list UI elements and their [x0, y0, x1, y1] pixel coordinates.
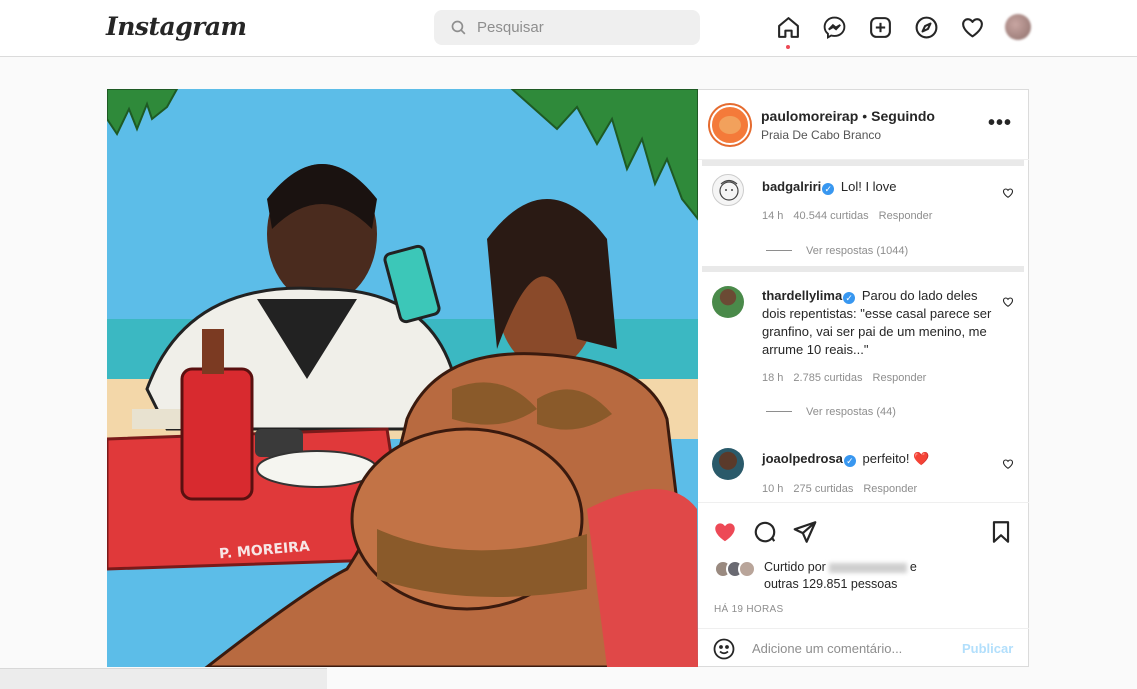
comment-meta: 18 h 2.785 curtidas Responder [762, 372, 936, 384]
explore-icon[interactable] [913, 14, 939, 40]
author-line: paulomoreirap • Seguindo [761, 108, 935, 124]
reply-button[interactable]: Responder [863, 483, 917, 495]
comment-body: perfeito! [862, 451, 910, 466]
comment-username[interactable]: joaolpedrosa [762, 451, 843, 466]
new-post-icon[interactable] [867, 14, 893, 40]
comment-like-icon[interactable] [1002, 296, 1014, 308]
comments-list[interactable]: badgalriri ✓ Lol! I love 14 h 40.544 curti… [698, 160, 1029, 502]
scroll-band [702, 160, 1024, 166]
reply-button[interactable]: Responder [879, 210, 933, 222]
search-icon [451, 20, 466, 35]
share-button-icon[interactable] [792, 519, 818, 545]
comment-avatar[interactable] [712, 286, 744, 318]
likes-count[interactable]: outras 129.851 pessoas [764, 577, 897, 591]
view-replies-button[interactable]: Ver respostas (44) [766, 406, 896, 418]
add-comment-bar: Adicione um comentário... Publicar [698, 628, 1029, 668]
post-header: paulomoreirap • Seguindo Praia De Cabo Bra… [698, 90, 1029, 160]
author-username[interactable]: paulomoreirap [761, 108, 858, 124]
comment-username[interactable]: badgalriri [762, 179, 821, 194]
post-actions: Curtido por e outras 129.851 pessoas HÁ 1… [698, 502, 1029, 628]
more-options-icon[interactable]: ••• [988, 112, 1012, 135]
post-side-panel: paulomoreirap • Seguindo Praia De Cabo Bra… [698, 89, 1029, 667]
comment-likes[interactable]: 2.785 curtidas [793, 372, 862, 384]
home-icon[interactable] [775, 14, 801, 49]
comment-time[interactable]: 14 h [762, 210, 783, 222]
verified-badge-icon: ✓ [843, 455, 856, 467]
separator-dot: • [862, 108, 868, 124]
post-image[interactable]: P. MOREIRA [107, 89, 698, 667]
liked-by-prefix: Curtido por [764, 560, 826, 574]
author-avatar[interactable] [710, 105, 750, 145]
top-navigation-bar: Instagram Pesquisar [0, 0, 1137, 57]
comment-like-icon[interactable] [1002, 458, 1014, 470]
like-button-icon[interactable] [712, 519, 738, 545]
browser-bottom-bar [0, 668, 327, 689]
heart-emoji: ❤️ [913, 451, 930, 466]
comment-time[interactable]: 10 h [762, 483, 783, 495]
comment-like-icon[interactable] [1002, 187, 1014, 199]
emoji-icon[interactable] [712, 637, 736, 661]
comment-likes[interactable]: 275 curtidas [793, 483, 853, 495]
liker-avatars[interactable] [714, 560, 756, 578]
search-box[interactable]: Pesquisar [434, 10, 700, 45]
liked-by: Curtido por e outras 129.851 pessoas [714, 559, 917, 593]
view-replies-button[interactable]: Ver respostas (1044) [766, 245, 908, 257]
nav-icons [775, 14, 1031, 49]
comment-avatar[interactable] [712, 174, 744, 206]
verified-badge-icon: ✓ [843, 292, 856, 304]
post-location[interactable]: Praia De Cabo Branco [761, 128, 881, 142]
messenger-icon[interactable] [821, 14, 847, 40]
profile-avatar[interactable] [1005, 14, 1031, 40]
comment-meta: 14 h 40.544 curtidas Responder [762, 210, 942, 222]
instagram-logo[interactable]: Instagram [106, 12, 247, 41]
notification-dot [786, 45, 790, 49]
comment-text: joaolpedrosa ✓ perfeito! ❤️ [762, 450, 992, 468]
save-button-icon[interactable] [988, 519, 1014, 545]
verified-badge-icon: ✓ [822, 183, 835, 195]
comment-avatar[interactable] [712, 448, 744, 480]
liked-by-suffix: e [909, 560, 917, 574]
comment-button-icon[interactable] [752, 519, 778, 545]
comment-likes[interactable]: 40.544 curtidas [793, 210, 868, 222]
comment-text: thardellylima ✓ Parou do lado deles dois … [762, 287, 992, 359]
comment-meta: 10 h 275 curtidas Responder [762, 483, 927, 495]
scroll-band [702, 266, 1024, 272]
following-label[interactable]: Seguindo [871, 108, 935, 124]
liker-name-blurred[interactable] [828, 562, 907, 573]
comment-input[interactable]: Adicione um comentário... [752, 641, 902, 656]
comment-time[interactable]: 18 h [762, 372, 783, 384]
comment-body: Lol! I love [840, 179, 897, 194]
comment-text: badgalriri ✓ Lol! I love [762, 178, 992, 196]
activity-heart-icon[interactable] [959, 14, 985, 40]
comment-username[interactable]: thardellylima [762, 288, 842, 303]
search-placeholder: Pesquisar [477, 19, 544, 36]
publish-button[interactable]: Publicar [962, 641, 1013, 656]
liked-by-text: Curtido por e outras 129.851 pessoas [764, 559, 917, 593]
reply-button[interactable]: Responder [873, 372, 927, 384]
post-timestamp[interactable]: HÁ 19 HORAS [714, 604, 783, 615]
